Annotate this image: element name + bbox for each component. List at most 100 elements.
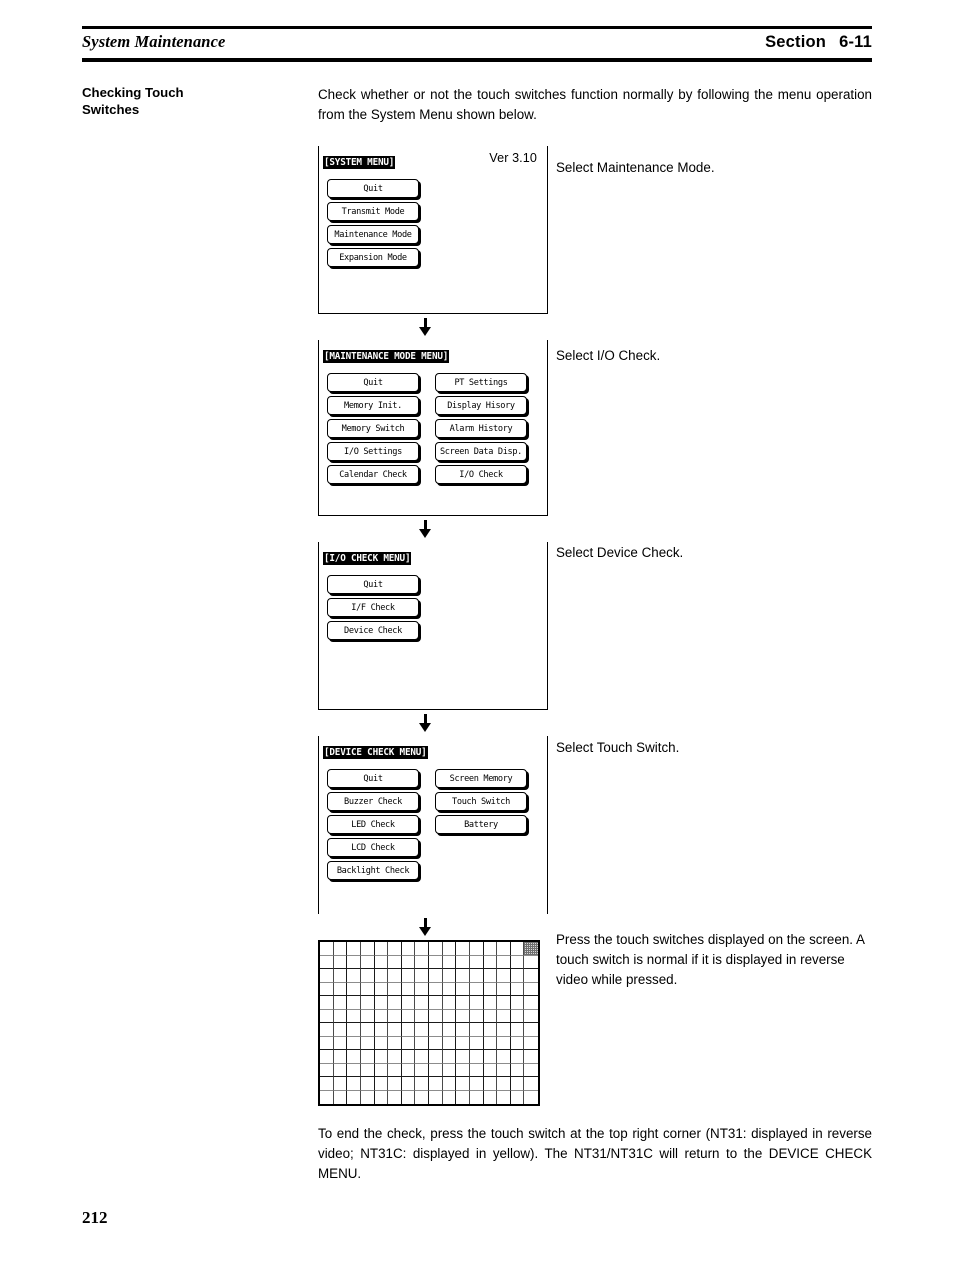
touch-grid-cell[interactable] xyxy=(360,1063,375,1077)
touch-grid-cell[interactable] xyxy=(469,1023,484,1037)
touch-grid-cell[interactable] xyxy=(347,1036,361,1050)
touch-grid-cell[interactable] xyxy=(442,969,457,983)
touch-grid-cell[interactable] xyxy=(388,1063,402,1077)
touch-grid-cell[interactable] xyxy=(469,1050,484,1064)
touch-grid-cell[interactable] xyxy=(442,982,457,996)
touch-grid-cell[interactable] xyxy=(469,942,484,956)
touch-grid-cell[interactable] xyxy=(388,1023,402,1037)
pt-button-device-check[interactable]: Device Check xyxy=(327,621,419,640)
touch-grid-cell[interactable] xyxy=(510,1077,525,1091)
touch-grid-cell[interactable] xyxy=(388,942,402,956)
touch-grid-cell[interactable] xyxy=(524,1037,538,1050)
touch-grid-cell[interactable] xyxy=(333,1009,348,1023)
touch-grid-cell[interactable] xyxy=(333,982,348,996)
touch-grid-cell[interactable] xyxy=(497,996,511,1010)
touch-grid-cell[interactable] xyxy=(429,942,443,956)
touch-grid-cell[interactable] xyxy=(524,1077,538,1091)
touch-grid-cell[interactable] xyxy=(497,1023,511,1037)
touch-grid-cell[interactable] xyxy=(456,1036,470,1050)
pt-button-buzzer-check[interactable]: Buzzer Check xyxy=(327,792,419,811)
touch-grid-cell[interactable] xyxy=(483,1009,498,1023)
touch-grid-cell[interactable] xyxy=(442,1077,457,1091)
touch-grid-cell[interactable] xyxy=(347,955,361,969)
pt-button-maintenance-mode[interactable]: Maintenance Mode xyxy=(327,225,419,244)
touch-grid-cell[interactable] xyxy=(497,955,511,969)
pt-button-screen-memory[interactable]: Screen Memory xyxy=(435,769,527,788)
pt-button-i-o-settings[interactable]: I/O Settings xyxy=(327,442,419,461)
pt-button-quit[interactable]: Quit xyxy=(327,575,419,594)
touch-grid-cell[interactable] xyxy=(333,1023,348,1037)
touch-grid-cell[interactable] xyxy=(360,996,375,1010)
pt-button-expansion-mode[interactable]: Expansion Mode xyxy=(327,248,419,267)
touch-grid-cell[interactable] xyxy=(483,1063,498,1077)
touch-grid-cell[interactable] xyxy=(443,1090,457,1104)
touch-grid-cell[interactable] xyxy=(524,942,538,956)
touch-grid-cell[interactable] xyxy=(334,1090,348,1104)
touch-grid-cell[interactable] xyxy=(497,942,511,956)
touch-grid-cell[interactable] xyxy=(510,1063,525,1077)
touch-grid-cell[interactable] xyxy=(401,1050,416,1064)
touch-grid-cell[interactable] xyxy=(524,1050,538,1064)
touch-grid-cell[interactable] xyxy=(415,982,429,996)
touch-grid-cell[interactable] xyxy=(497,969,511,983)
touch-grid-cell[interactable] xyxy=(415,1036,429,1050)
touch-grid-cell[interactable] xyxy=(401,982,416,996)
touch-grid-cell[interactable] xyxy=(429,1023,443,1037)
touch-grid-cell[interactable] xyxy=(456,1063,470,1077)
touch-grid-cell[interactable] xyxy=(374,1023,389,1037)
touch-grid-cell[interactable] xyxy=(347,982,361,996)
touch-grid-cell[interactable] xyxy=(524,969,538,983)
touch-grid-cell[interactable] xyxy=(456,996,470,1010)
touch-grid-cell[interactable] xyxy=(360,942,375,956)
touch-grid-cell[interactable] xyxy=(347,969,361,983)
touch-grid-cell[interactable] xyxy=(429,1009,443,1023)
touch-grid-cell[interactable] xyxy=(374,1036,389,1050)
touch-grid-cell[interactable] xyxy=(429,955,443,969)
pt-button-alarm-history[interactable]: Alarm History xyxy=(435,419,527,438)
touch-grid-cell[interactable] xyxy=(360,1050,375,1064)
touch-grid-cell[interactable] xyxy=(497,1063,511,1077)
touch-grid-cell[interactable] xyxy=(320,1090,334,1104)
touch-grid-cell[interactable] xyxy=(415,969,429,983)
touch-grid-cell[interactable] xyxy=(510,1023,525,1037)
touch-grid-cell[interactable] xyxy=(456,1009,470,1023)
touch-grid-cell[interactable] xyxy=(442,955,457,969)
touch-switch-test-grid[interactable] xyxy=(318,940,540,1106)
pt-button-memory-switch[interactable]: Memory Switch xyxy=(327,419,419,438)
touch-grid-cell[interactable] xyxy=(497,982,511,996)
touch-grid-cell[interactable] xyxy=(333,1077,348,1091)
touch-grid-cell[interactable] xyxy=(429,1036,443,1050)
touch-grid-cell[interactable] xyxy=(510,955,525,969)
touch-grid-cell[interactable] xyxy=(524,996,538,1010)
pt-button-led-check[interactable]: LED Check xyxy=(327,815,419,834)
touch-grid-cell[interactable] xyxy=(320,996,334,1010)
touch-grid-cell[interactable] xyxy=(483,1023,498,1037)
touch-grid-cell[interactable] xyxy=(402,1090,416,1104)
touch-grid-cell[interactable] xyxy=(320,942,334,956)
touch-grid-cell[interactable] xyxy=(401,955,416,969)
touch-grid-cell[interactable] xyxy=(497,1050,511,1064)
touch-grid-cell[interactable] xyxy=(360,1023,375,1037)
touch-grid-cell[interactable] xyxy=(388,1009,402,1023)
touch-grid-cell[interactable] xyxy=(524,983,538,996)
touch-grid-cell[interactable] xyxy=(469,1036,484,1050)
touch-grid-cell[interactable] xyxy=(320,1036,334,1050)
touch-grid-cell[interactable] xyxy=(388,1036,402,1050)
touch-grid-cell[interactable] xyxy=(484,1090,498,1104)
touch-grid-cell[interactable] xyxy=(333,1036,348,1050)
touch-grid-cell[interactable] xyxy=(497,1009,511,1023)
pt-button-quit[interactable]: Quit xyxy=(327,769,419,788)
touch-grid-cell[interactable] xyxy=(333,1063,348,1077)
touch-grid-cell[interactable] xyxy=(401,1009,416,1023)
touch-grid-cell[interactable] xyxy=(360,955,375,969)
touch-grid-cell[interactable] xyxy=(483,996,498,1010)
touch-grid-cell[interactable] xyxy=(347,1009,361,1023)
touch-grid-cell[interactable] xyxy=(524,1023,538,1037)
pt-button-screen-data-disp[interactable]: Screen Data Disp. xyxy=(435,442,527,461)
pt-button-lcd-check[interactable]: LCD Check xyxy=(327,838,419,857)
pt-button-i-f-check[interactable]: I/F Check xyxy=(327,598,419,617)
touch-grid-cell[interactable] xyxy=(360,1036,375,1050)
touch-grid-cell[interactable] xyxy=(360,1009,375,1023)
pt-button-pt-settings[interactable]: PT Settings xyxy=(435,373,527,392)
touch-grid-cell[interactable] xyxy=(456,1090,470,1104)
